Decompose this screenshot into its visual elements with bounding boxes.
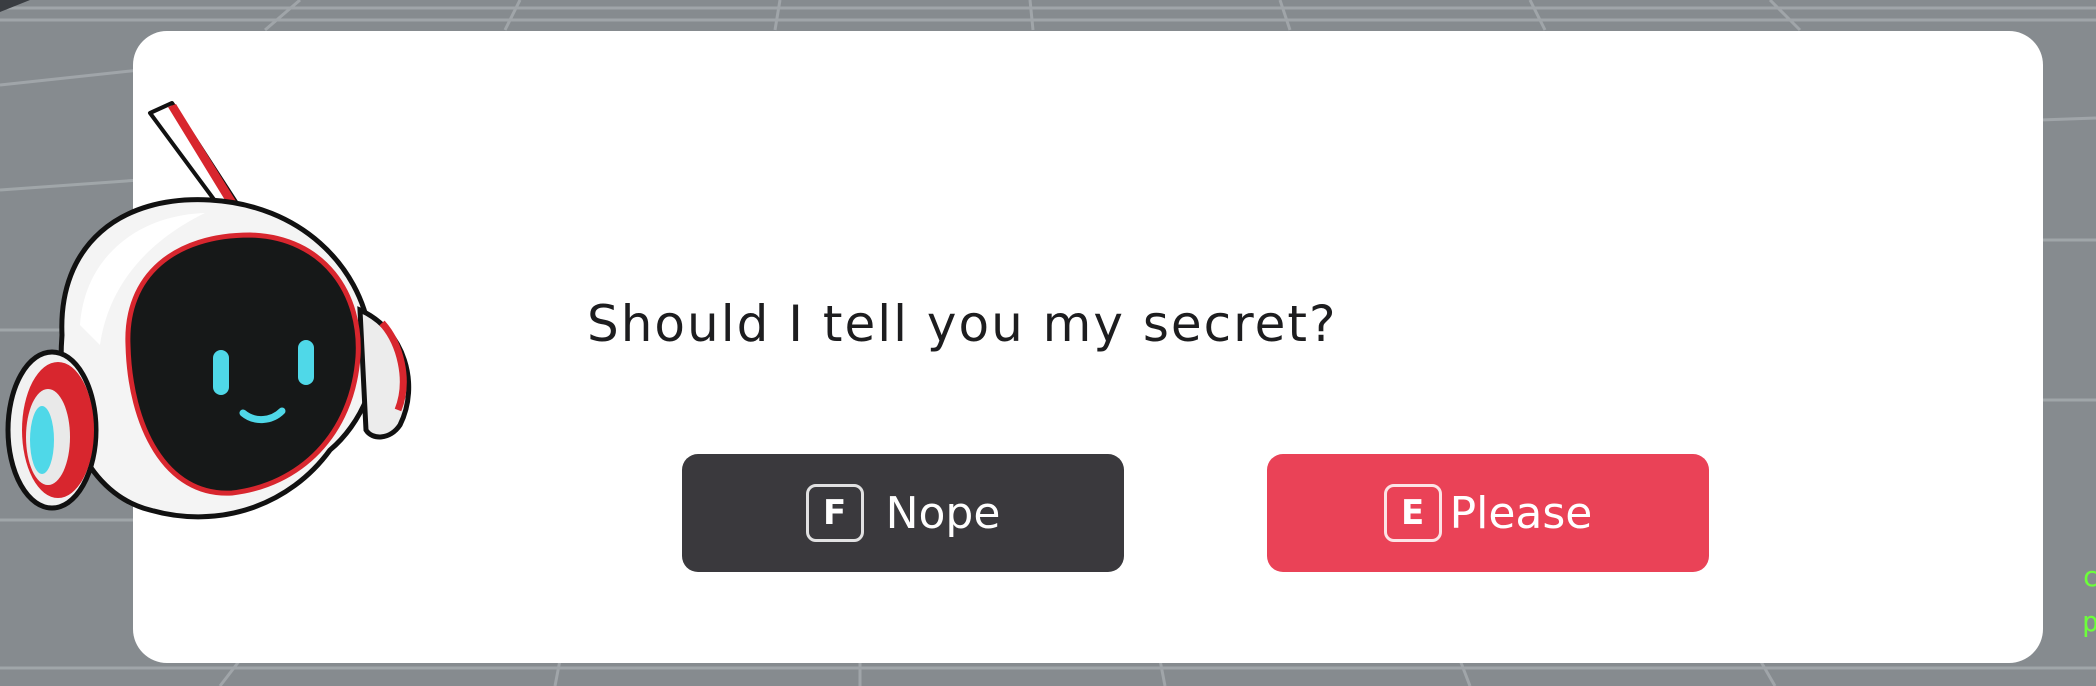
nope-button[interactable]: F Nope <box>682 454 1124 572</box>
nope-label: Nope <box>885 487 1001 539</box>
key-e-badge: E <box>1383 484 1442 542</box>
robot-mascot-icon <box>5 101 412 520</box>
debug-overlay-fragment: p <box>2082 605 2096 638</box>
please-button[interactable]: E Please <box>1267 454 1709 572</box>
please-label: Please <box>1449 487 1593 539</box>
dialog-message: Should I tell you my secret? <box>587 295 1338 353</box>
key-f-badge: F <box>805 484 864 542</box>
debug-overlay-fragment: c <box>2082 560 2096 593</box>
